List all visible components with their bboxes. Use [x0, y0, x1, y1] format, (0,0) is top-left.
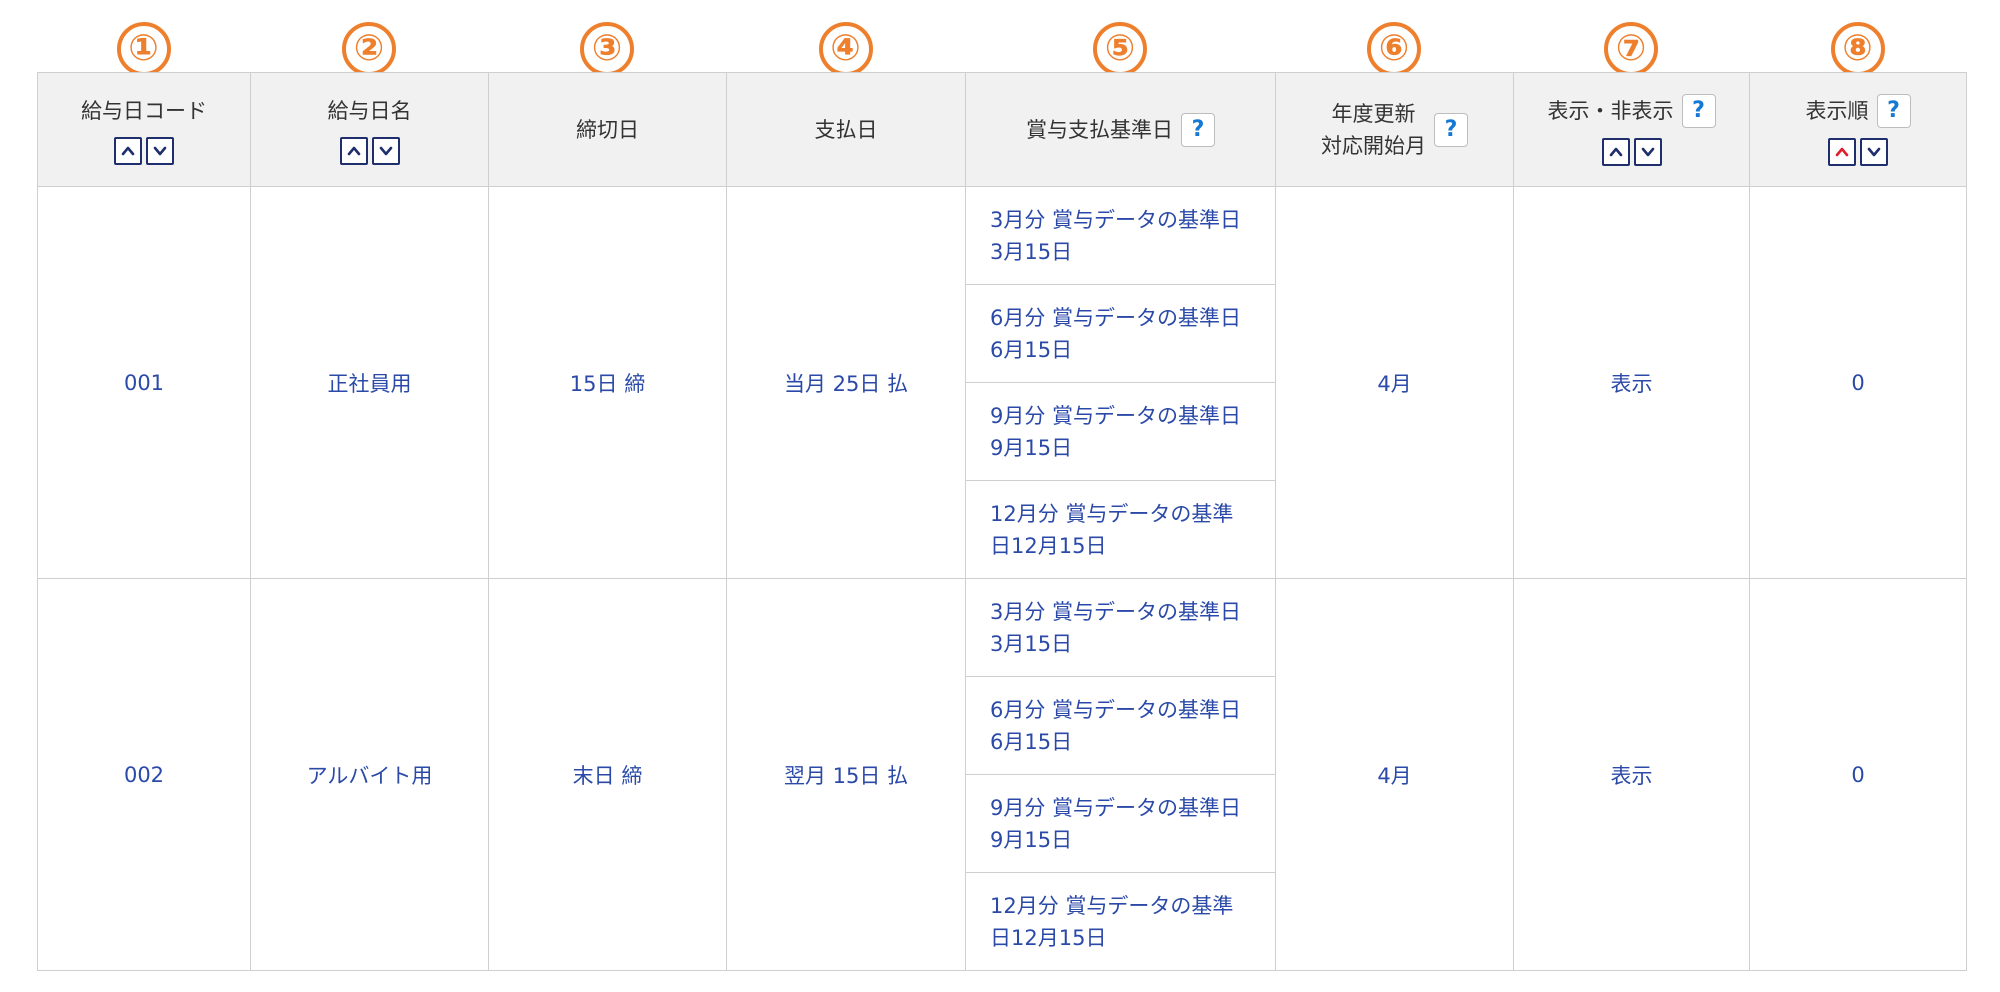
sort-controls	[114, 136, 174, 165]
column-header-4: 支払日	[726, 72, 966, 187]
payment-day-cell: 翌月 15日 払	[726, 578, 966, 971]
help-question-icon[interactable]: ?	[1434, 112, 1468, 147]
closing-day-cell: 末日 締	[488, 578, 727, 971]
column-header-6: 年度更新 対応開始月?	[1275, 72, 1514, 187]
visibility-cell: 表示	[1513, 186, 1750, 579]
chevron-down-icon	[379, 146, 392, 155]
chevron-up-icon	[1835, 147, 1849, 156]
sort-descending-button[interactable]	[1633, 137, 1662, 166]
help-question-icon[interactable]: ?	[1876, 93, 1911, 128]
table-row: 001 正社員用 15日 締当月 25日 払 3月分 賞与データの基準日3月15日 4月…	[37, 186, 1967, 579]
column-header-label: 賞与支払基準日	[1026, 117, 1173, 142]
sort-descending-button[interactable]	[371, 136, 400, 165]
column-number-marker-3: ③	[580, 22, 634, 76]
fiscal-start-month-cell: 4月	[1275, 186, 1514, 579]
chevron-up-icon	[1609, 147, 1622, 156]
payday-code-cell: 001	[37, 186, 251, 579]
payday-name-cell: アルバイト用	[250, 578, 489, 971]
column-header-8: 表示順?	[1749, 72, 1967, 187]
sort-controls	[1828, 137, 1888, 166]
sort-ascending-button[interactable]	[339, 136, 368, 165]
column-header-3: 締切日	[488, 72, 727, 187]
column-number-marker-6: ⑥	[1367, 22, 1421, 76]
sort-descending-button[interactable]	[146, 136, 174, 165]
table-header-row: 給与日コード 給与日名 締切日 支払日 賞与支払基準日? 年度更新 対応開始月? 表示・非表…	[37, 72, 1967, 187]
help-question-icon[interactable]: ?	[1681, 93, 1716, 128]
sort-ascending-button[interactable]	[1828, 137, 1856, 166]
bonus-basis-date-link[interactable]: 12月分 賞与データの基準日12月15日	[965, 480, 1276, 579]
column-header-label: 給与日コード	[81, 98, 207, 123]
payment-day-cell: 当月 25日 払	[726, 186, 966, 579]
column-number-marker-5: ⑤	[1093, 22, 1147, 76]
chevron-down-icon	[153, 146, 167, 155]
sort-controls	[1601, 137, 1662, 166]
display-order-cell: 0	[1749, 186, 1967, 579]
column-header-2: 給与日名	[250, 72, 489, 187]
bonus-basis-date-link[interactable]: 9月分 賞与データの基準日9月15日	[965, 774, 1276, 873]
visibility-cell: 表示	[1513, 578, 1750, 971]
display-order-cell: 0	[1749, 578, 1967, 971]
sort-ascending-button[interactable]	[1601, 137, 1630, 166]
bonus-basis-date-link[interactable]: 12月分 賞与データの基準日12月15日	[965, 872, 1276, 971]
column-header-label: 表示・非表示	[1547, 98, 1674, 123]
chevron-down-icon	[1867, 147, 1881, 156]
column-header-7: 表示・非表示?	[1513, 72, 1750, 187]
column-header-label: 年度更新 対応開始月	[1321, 101, 1426, 158]
fiscal-start-month-cell: 4月	[1275, 578, 1514, 971]
sort-controls	[339, 136, 400, 165]
column-header-label: 表示順	[1805, 98, 1869, 123]
column-header-label: 締切日	[576, 117, 639, 142]
column-number-marker-4: ④	[818, 22, 873, 76]
payday-name-cell: 正社員用	[250, 186, 489, 579]
bonus-basis-date-link[interactable]: 6月分 賞与データの基準日6月15日	[965, 284, 1276, 383]
column-number-marker-7: ⑦	[1604, 22, 1658, 76]
chevron-down-icon	[1641, 147, 1654, 156]
column-header-label: 支払日	[814, 117, 878, 142]
sort-descending-button[interactable]	[1860, 137, 1888, 166]
column-number-marker-2: ②	[342, 22, 396, 76]
bonus-basis-date-link[interactable]: 3月分 賞与データの基準日3月15日	[965, 578, 1276, 677]
closing-day-cell: 15日 締	[488, 186, 727, 579]
table-row: 002 アルバイト用 末日 締翌月 15日 払 3月分 賞与データの基準日3月15日 4…	[37, 578, 1967, 971]
column-number-marker-8: ⑧	[1830, 22, 1885, 76]
bonus-basis-date-link[interactable]: 9月分 賞与データの基準日9月15日	[965, 382, 1276, 481]
payday-code-cell: 002	[37, 578, 251, 971]
chevron-up-icon	[121, 146, 135, 155]
table-body: 001 正社員用 15日 締当月 25日 払 3月分 賞与データの基準日3月15日 4月…	[37, 186, 1967, 971]
payday-settings-table: 給与日コード 給与日名 締切日 支払日 賞与支払基準日? 年度更新 対応開始月? 表示・非表…	[37, 72, 1967, 971]
column-number-marker-1: ①	[116, 22, 171, 76]
help-question-icon[interactable]: ?	[1181, 112, 1215, 147]
chevron-up-icon	[347, 146, 360, 155]
sort-ascending-button[interactable]	[114, 136, 142, 165]
column-header-1: 給与日コード	[37, 72, 251, 187]
column-header-5: 賞与支払基準日?	[965, 72, 1276, 187]
bonus-basis-date-link[interactable]: 3月分 賞与データの基準日3月15日	[965, 186, 1276, 285]
bonus-basis-date-link[interactable]: 6月分 賞与データの基準日6月15日	[965, 676, 1276, 775]
column-header-label: 給与日名	[327, 98, 412, 123]
column-number-markers: ① ② ③ ④ ⑤ ⑥ ⑦ ⑧	[0, 0, 2000, 76]
